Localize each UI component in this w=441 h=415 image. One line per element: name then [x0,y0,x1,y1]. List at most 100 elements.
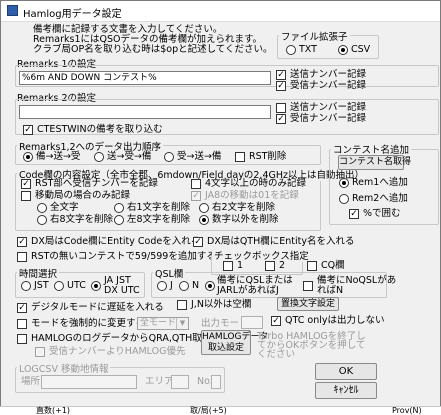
force-mode-checkbox[interactable] [17,319,27,329]
qsl-n-radio[interactable] [179,281,189,291]
remarks1-recv-label: 受信ナンバー記録 [290,80,367,91]
code-all-radio[interactable] [37,203,47,213]
contest-name-get-button[interactable]: コンテスト名取得 [338,155,411,170]
qsl-n-label: N [192,280,200,291]
hamlog-priority-checkbox[interactable] [35,347,45,357]
order-opt1-label: 備→送→受 [36,151,81,162]
code-move-checkbox[interactable] [21,191,31,201]
checkbox-2[interactable] [265,261,275,271]
mode-select-value: 全モード [140,318,177,328]
remarks1-send-label: 送信ナンバー記録 [290,69,367,80]
code-right8-label: 右8文字を削除 [50,214,114,225]
digital-delay-label: デジタルモードに遅延を入れる [31,302,164,313]
code-numonly-radio[interactable] [199,215,209,225]
qsl-noqsl-checkbox[interactable] [303,281,313,291]
code-four-label: 4文字以上の時のみ記録 [205,178,307,189]
dx-qth-checkbox[interactable]: ✓ [193,237,203,247]
remarks2-recv-checkbox[interactable]: ✓ [276,114,286,124]
time-label: 時間選択 [17,266,60,280]
qsl-noqsl-label-2: ればN [317,285,344,296]
logcsv-label: LOGCSV 移動地情報 [17,361,111,375]
rst-delete-checkbox[interactable] [235,152,245,162]
order-opt2-radio[interactable] [94,152,104,162]
checkbox-designation-label: チェックボックス指定 [212,248,311,262]
remarks2-send-checkbox[interactable] [276,103,286,113]
power-mode-input[interactable] [241,316,263,329]
code-right1-radio[interactable] [114,203,124,213]
hamlog-priority-label: 受信ナンバーよりHAMLOG優先 [49,346,186,357]
ok-button[interactable]: OK [315,363,377,380]
remarks1-send-checkbox[interactable]: ✓ [276,70,286,80]
digital-delay-checkbox[interactable]: ✓ [17,303,27,313]
file-ext-label: ファイル拡張子 [279,29,350,43]
code-rst-checkbox[interactable]: ✓ [21,179,31,189]
cancel-button[interactable]: ｷｬﾝｾﾙ [315,382,377,399]
time-jst-label: JST [34,280,49,291]
time-jst-radio[interactable] [21,281,31,291]
file-ext-txt-label: TXT [299,44,317,55]
qsl-remark-j-radio[interactable] [205,281,215,291]
contest-rem1-label: Rem1へ追加 [352,177,408,188]
contest-name-label: コンテスト名追加 [331,142,412,156]
hamlog-qra-label: HAMLOGのログデータからQRA,QTH取込む [31,333,221,344]
file-ext-csv-radio[interactable] [338,45,348,55]
order-opt3-radio[interactable] [164,152,174,162]
qsl-j-radio[interactable] [157,281,167,291]
checkbox-1[interactable] [223,261,233,271]
time-dxutc-label: DX UTC [104,285,140,296]
app-icon [7,5,18,16]
rst-add-label: RSTの無いコンテストで59/599を追加する [31,251,216,262]
code-left8-radio[interactable] [114,215,124,225]
title-bar: Hamlog用データ設定 [1,1,440,22]
hamlog-import-settings-button[interactable]: HAMLOGデータ 取込設定 [201,330,269,355]
time-utc-label: UTC [67,280,86,291]
order-opt2-label: 送→受→備 [107,151,152,162]
qtc-checkbox[interactable]: ✓ [271,316,281,326]
order-opt3-label: 受→送→備 [177,151,222,162]
qsl-jn-blank-label: J,N以外は空欄 [191,299,252,310]
logcsv-area-input[interactable] [171,375,189,389]
time-utc-radio[interactable] [54,281,64,291]
qsl-j-label: J [170,280,173,291]
qsl-jn-blank-checkbox[interactable] [177,300,187,310]
checkbox-2-label: 2 [279,260,286,271]
rst-add-checkbox[interactable] [17,252,27,262]
logcsv-area-label: エリア [145,376,174,387]
remarks1-recv-checkbox[interactable]: ✓ [276,81,286,91]
file-ext-txt-radio[interactable] [286,45,296,55]
time-jajst-radio[interactable] [91,281,101,291]
order-opt1-radio[interactable] [23,152,33,162]
remarks2-input[interactable] [19,105,271,119]
replace-chars-button[interactable]: 置換文字設定 [277,297,339,311]
contest-rem2-radio[interactable] [339,194,349,204]
code-right2-radio[interactable] [199,203,209,213]
logcsv-place-label: 場所 [21,376,41,387]
ctestwin-checkbox[interactable]: ✓ [23,125,33,135]
logcsv-no-input[interactable] [211,375,221,389]
dx-qth-label: DX局はQTH欄にEntity名を入れる [207,236,355,247]
code-ja8-checkbox[interactable]: ✓ [191,191,201,201]
mode-select[interactable]: 全モード ▼ [137,317,189,330]
code-ja8-label: JA8の移動は01を記録 [205,190,299,201]
contest-pct-label: %で囲む [363,208,401,219]
chevron-down-icon: ▼ [176,318,188,329]
file-ext-csv-label: CSV [351,44,371,55]
code-numonly-label: 数字以外を削除 [212,214,279,225]
cq-checkbox[interactable] [307,261,317,271]
qtc-label: QTC onlyは出力しない [285,315,385,326]
hamlog-import-button-line-1: HAMLOGデータ [202,332,269,342]
contest-pct-checkbox[interactable]: ✓ [349,209,359,219]
intro-line-3: クラブ局OP名を取り込む時は$opと記述してください。 [33,44,273,55]
code-four-checkbox[interactable] [191,179,201,189]
rst-delete-label: RST削除 [249,151,287,162]
code-right8-radio[interactable] [37,215,47,225]
remarks2-recv-label: 受信ナンバー記録 [290,113,367,124]
remarks1-input[interactable]: %6m AND DOWN コンテスト% [19,71,271,85]
hamlog-settings-dialog: Hamlog用データ設定 備考欄に記録する文書を入力してください。 Remark… [0,0,441,414]
logcsv-place-input[interactable] [41,375,137,389]
contest-rem1-radio[interactable] [339,178,349,188]
dx-code-checkbox[interactable]: ✓ [17,237,27,247]
code-right2-label: 右2文字を削除 [212,202,276,213]
hamlog-qra-checkbox[interactable] [17,334,27,344]
qsl-remark-j-label-2: JARLがあればJ [217,285,279,296]
